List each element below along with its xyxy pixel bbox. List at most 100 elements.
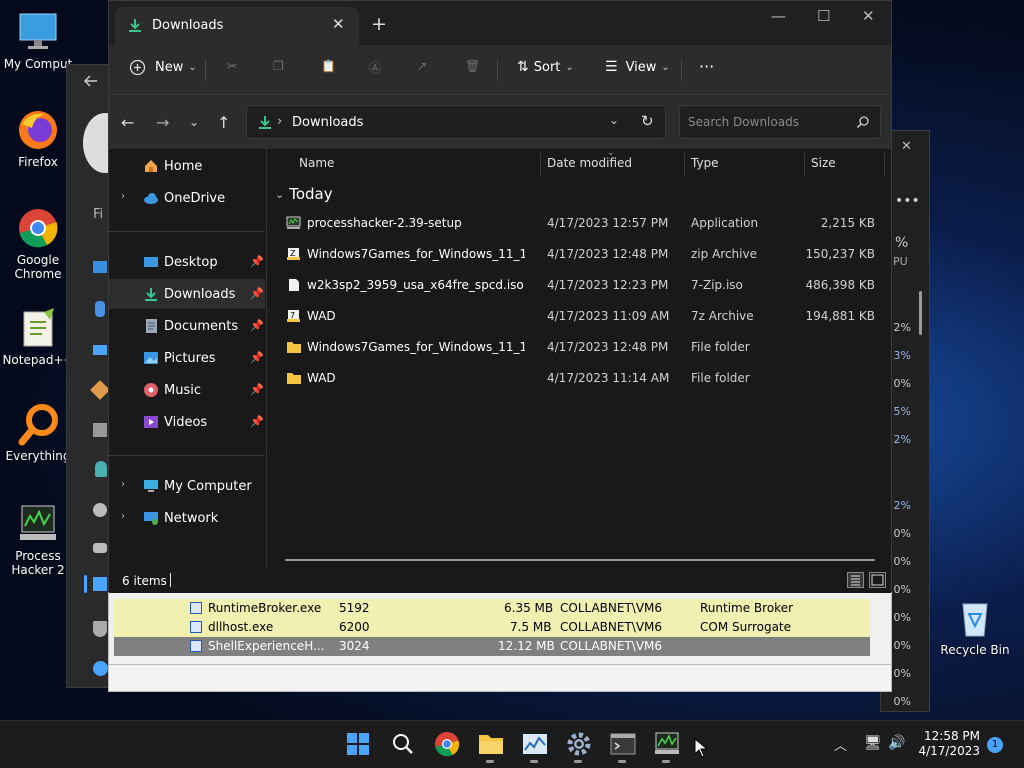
taskbar-file-explorer[interactable] xyxy=(478,731,504,763)
expand-chevron-icon[interactable]: › xyxy=(121,511,125,522)
sort-button[interactable]: ⇅ Sort ⌄ xyxy=(517,59,574,75)
column-divider[interactable] xyxy=(884,153,885,177)
process-icon xyxy=(190,640,202,652)
taskbar-task-manager[interactable] xyxy=(522,731,548,763)
sidebar-item-videos[interactable]: Videos 📌 xyxy=(109,407,265,437)
clock[interactable]: 12:58 PM 4/17/2023 xyxy=(918,729,980,759)
file-row[interactable]: WAD 4/17/2023 11:14 AM File folder xyxy=(279,364,879,392)
title-bar[interactable]: Downloads ✕ + — ☐ ✕ xyxy=(109,1,891,45)
system-icon xyxy=(93,261,107,273)
desktop-icon-firefox[interactable]: Firefox xyxy=(0,108,76,169)
taskbar-terminal[interactable] xyxy=(610,731,636,763)
start-button[interactable] xyxy=(345,731,371,757)
process-row[interactable]: RuntimeBroker.exe 5192 6.35 MB COLLABNET… xyxy=(114,599,870,618)
process-row[interactable]: dllhost.exe 6200 7.5 MB COLLABNET\VM6 CO… xyxy=(114,618,870,637)
column-header-name[interactable]: Name xyxy=(299,156,334,170)
volume-icon[interactable]: 🔊 xyxy=(888,735,905,751)
sidebar-item-documents[interactable]: Documents 📌 xyxy=(109,311,265,341)
pin-icon[interactable]: 📌 xyxy=(250,351,264,364)
column-divider[interactable] xyxy=(684,153,685,177)
expand-chevron-icon[interactable]: › xyxy=(121,479,125,490)
network-status-icon[interactable]: 🖥 xyxy=(864,735,882,751)
file-name: Windows7Games_for_Windows_11_10_8 xyxy=(307,247,525,261)
recent-locations-chevron-icon[interactable]: ⌄ xyxy=(189,115,199,129)
desktop-icon-my-computer[interactable]: My Comput xyxy=(0,10,76,71)
pin-icon[interactable]: 📌 xyxy=(250,319,264,332)
large-icons-view-icon[interactable] xyxy=(869,572,886,588)
sort-button-label: Sort xyxy=(533,59,561,75)
pin-icon[interactable]: 📌 xyxy=(250,383,264,396)
sort-icon: ⇅ xyxy=(517,59,529,75)
sidebar-item-pictures[interactable]: Pictures 📌 xyxy=(109,343,265,373)
sidebar-item-music[interactable]: Music 📌 xyxy=(109,375,265,405)
taskbar-settings[interactable] xyxy=(566,731,592,763)
file-row[interactable]: w2k3sp2_3959_usa_x64fre_spcd.iso 4/17/20… xyxy=(279,271,879,299)
desktop-icon-everything[interactable]: Everything xyxy=(0,402,76,463)
details-view-icon[interactable] xyxy=(847,572,864,588)
share-icon[interactable]: ↗ xyxy=(417,59,427,73)
refresh-icon[interactable]: ↻ xyxy=(641,112,654,130)
sidebar-item-home[interactable]: Home xyxy=(109,151,265,181)
pin-icon[interactable]: 📌 xyxy=(250,287,264,300)
file-explorer-window[interactable]: Downloads ✕ + — ☐ ✕ New ⌄ ✂ ❐ 📋 Ⓐ ↗ 🗑 ⇅ … xyxy=(108,0,892,593)
column-header-size[interactable]: Size xyxy=(811,156,836,170)
desktop-icon-chrome[interactable]: Google Chrome xyxy=(0,206,76,281)
file-name: Windows7Games_for_Windows_11_10_8 xyxy=(307,340,525,354)
forward-arrow-icon[interactable]: → xyxy=(156,113,169,132)
paste-icon[interactable]: 📋 xyxy=(321,59,336,73)
back-arrow-icon[interactable]: ← xyxy=(121,113,134,132)
search-input[interactable]: Search Downloads xyxy=(679,105,881,139)
rename-icon[interactable]: Ⓐ xyxy=(369,59,381,76)
cloud-icon xyxy=(143,190,159,206)
sidebar-item-downloads[interactable]: Downloads 📌 xyxy=(109,279,265,309)
maximize-icon[interactable]: ☐ xyxy=(817,7,830,25)
file-row[interactable]: Z Windows7Games_for_Windows_11_10_8 4/17… xyxy=(279,240,879,268)
pin-icon[interactable]: 📌 xyxy=(250,255,264,268)
vertical-scrollbar[interactable] xyxy=(919,291,922,335)
minimize-icon[interactable]: — xyxy=(771,7,786,25)
sidebar-item-network[interactable]: › Network xyxy=(109,503,265,533)
sidebar-item-onedrive[interactable]: › OneDrive xyxy=(109,183,265,213)
tab-downloads[interactable]: Downloads ✕ xyxy=(115,7,359,45)
desktop-icon-notepad-plus-plus[interactable]: Notepad++ xyxy=(0,306,76,367)
process-row-selected[interactable]: ShellExperienceH... 3024 12.12 MB COLLAB… xyxy=(114,637,870,656)
view-button[interactable]: ☰ View ⌄ xyxy=(605,59,670,75)
group-header-today[interactable]: ⌄ Today xyxy=(275,185,333,203)
more-options-icon[interactable]: ••• xyxy=(895,193,920,209)
sidebar-item-desktop[interactable]: Desktop 📌 xyxy=(109,247,265,277)
notepad-plus-plus-icon xyxy=(16,306,60,350)
cut-icon[interactable]: ✂ xyxy=(227,59,237,73)
address-bar[interactable]: › Downloads ⌄ ↻ xyxy=(246,105,666,139)
column-header-date-modified[interactable]: Date modified xyxy=(547,156,632,170)
taskbar-chrome[interactable] xyxy=(434,731,460,757)
breadcrumb[interactable]: Downloads xyxy=(292,115,363,130)
column-divider[interactable] xyxy=(540,153,541,177)
close-icon[interactable]: ✕ xyxy=(901,139,912,154)
delete-icon[interactable]: 🗑 xyxy=(465,59,480,73)
file-row[interactable]: 7 WAD 4/17/2023 11:09 AM 7z Archive 194,… xyxy=(279,302,879,330)
column-header-type[interactable]: Type xyxy=(691,156,719,170)
sidebar-item-my-computer[interactable]: › My Computer xyxy=(109,471,265,501)
expand-chevron-icon[interactable]: › xyxy=(121,191,125,202)
download-icon xyxy=(127,17,143,36)
column-divider[interactable] xyxy=(804,153,805,177)
notification-badge[interactable]: 1 xyxy=(987,737,1003,753)
new-button[interactable]: New ⌄ xyxy=(129,59,197,76)
tab-close-icon[interactable]: ✕ xyxy=(332,15,345,33)
desktop-icon-process-hacker[interactable]: Process Hacker 2 xyxy=(0,502,76,577)
pin-icon[interactable]: 📌 xyxy=(250,415,264,428)
file-row[interactable]: processhacker-2.39-setup 4/17/2023 12:57… xyxy=(279,209,879,237)
copy-icon[interactable]: ❐ xyxy=(273,59,284,73)
taskbar-process-hacker[interactable] xyxy=(654,731,680,763)
address-dropdown-icon[interactable]: ⌄ xyxy=(609,113,619,127)
close-icon[interactable]: ✕ xyxy=(862,7,875,25)
process-pid: 5192 xyxy=(339,601,370,615)
file-row[interactable]: Windows7Games_for_Windows_11_10_8 4/17/2… xyxy=(279,333,879,361)
show-hidden-icons-chevron-icon[interactable]: ︿ xyxy=(834,735,847,754)
more-options-button[interactable]: ··· xyxy=(699,57,714,76)
taskbar-search-button[interactable] xyxy=(390,731,416,757)
desktop-icon-recycle-bin[interactable]: Recycle Bin xyxy=(937,596,1013,657)
horizontal-scrollbar[interactable] xyxy=(285,559,875,561)
new-tab-icon[interactable]: + xyxy=(371,13,387,35)
up-arrow-icon[interactable]: ↑ xyxy=(217,113,230,132)
